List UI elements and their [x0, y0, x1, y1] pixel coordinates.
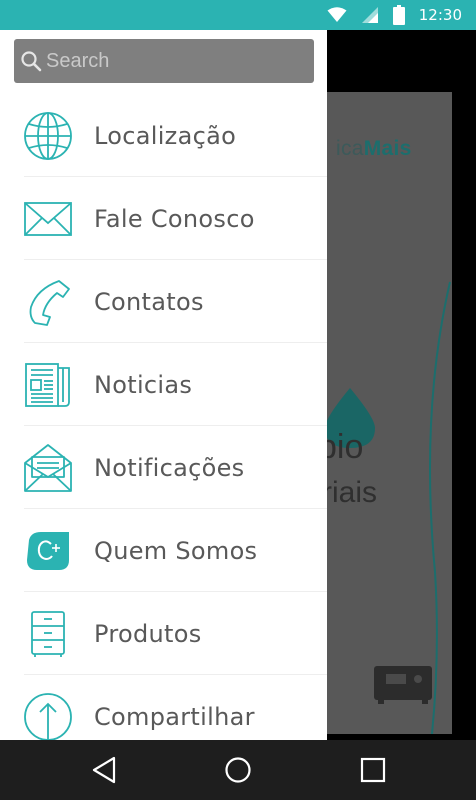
recents-button[interactable] [355, 752, 391, 788]
share-icon [22, 691, 74, 740]
menu-item-contatos[interactable]: Contatos [0, 260, 327, 343]
menu-item-compartilhar[interactable]: Compartilhar [0, 675, 327, 740]
search-icon [21, 51, 42, 72]
status-time: 12:30 [418, 6, 462, 24]
cabinet-icon [22, 608, 74, 660]
menu-item-noticias[interactable]: Noticias [0, 343, 327, 426]
menu-item-notificacoes[interactable]: Notificações [0, 426, 327, 509]
brand-logo-icon [22, 525, 74, 577]
menu-item-fale-conosco[interactable]: Fale Conosco [0, 177, 327, 260]
home-icon [225, 757, 251, 783]
globe-icon [22, 110, 74, 162]
menu-label: Compartilhar [94, 702, 255, 731]
navigation-drawer: Localização Fale Conosco Contatos [0, 30, 327, 740]
menu-label: Localização [94, 121, 237, 150]
background-device-image [374, 666, 432, 704]
background-text-2: riais [322, 476, 378, 509]
wifi-icon [327, 7, 347, 22]
phone-icon [22, 276, 74, 328]
menu-label: Notificações [94, 453, 245, 482]
status-icons: 12:30 [327, 0, 462, 30]
home-button[interactable] [220, 752, 256, 788]
back-icon [92, 756, 116, 784]
menu-label: Quem Somos [94, 536, 258, 565]
newspaper-icon [22, 359, 74, 411]
search-input[interactable] [46, 49, 296, 73]
recents-icon [360, 757, 386, 783]
envelope-icon [22, 193, 74, 245]
open-envelope-icon [22, 442, 74, 494]
back-button[interactable] [86, 752, 122, 788]
menu-item-quem-somos[interactable]: Quem Somos [0, 509, 327, 592]
battery-icon [392, 5, 405, 25]
signal-icon [361, 7, 378, 23]
menu-label: Noticias [94, 370, 193, 399]
drawer-menu: Localização Fale Conosco Contatos Notici… [0, 94, 327, 740]
menu-label: Contatos [94, 287, 204, 316]
status-bar: 12:30 [0, 0, 476, 30]
menu-label: Fale Conosco [94, 204, 255, 233]
menu-item-localizacao[interactable]: Localização [0, 94, 327, 177]
search-bar[interactable] [14, 39, 314, 83]
navigation-bar [0, 740, 476, 800]
menu-label: Produtos [94, 619, 202, 648]
menu-item-produtos[interactable]: Produtos [0, 592, 327, 675]
